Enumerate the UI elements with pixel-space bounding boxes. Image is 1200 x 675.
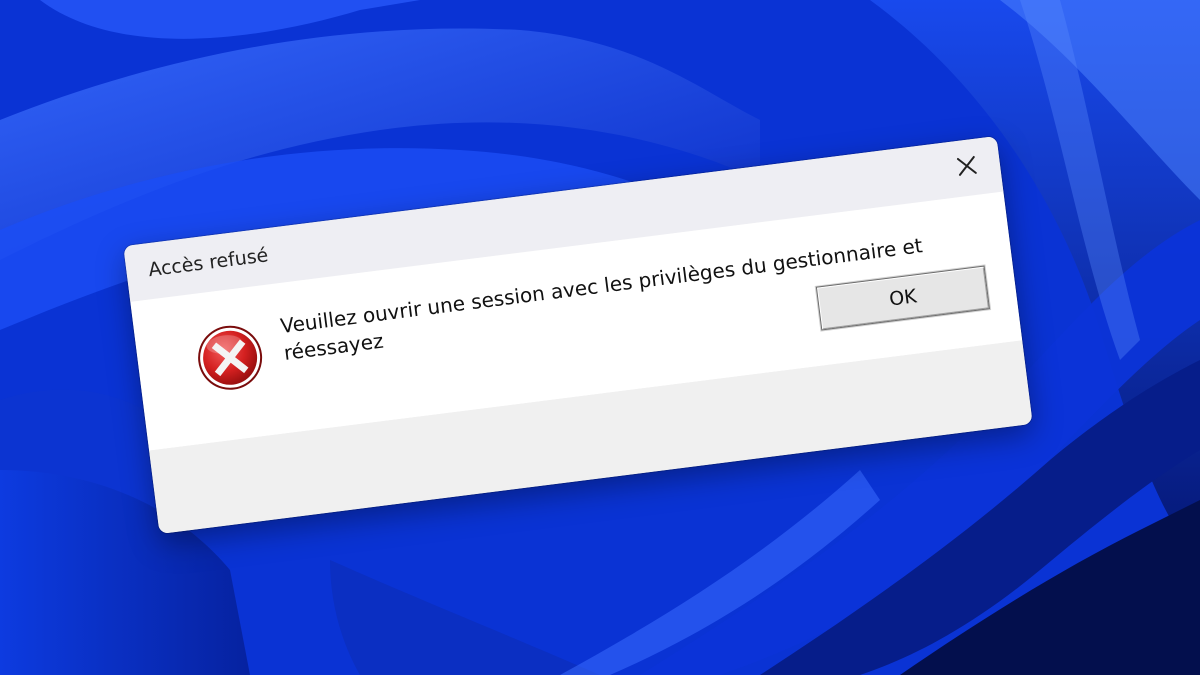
dialog-title: Accès refusé [147,244,270,282]
error-icon [198,325,263,390]
close-button[interactable] [942,143,993,188]
close-icon [956,155,977,176]
